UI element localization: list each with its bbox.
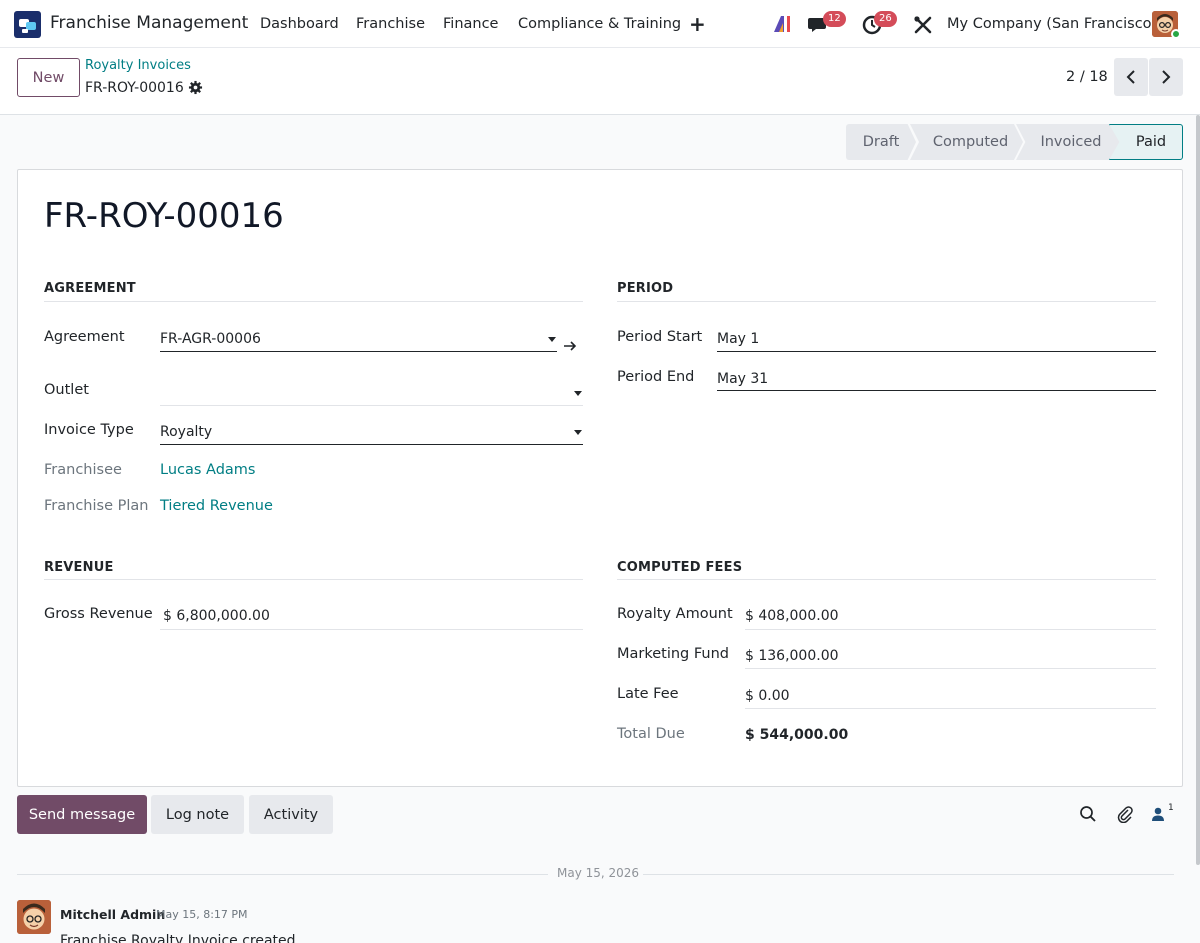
- stage-computed[interactable]: Computed: [910, 124, 1023, 160]
- total-due-label: Total Due: [617, 726, 685, 742]
- message-timestamp: May 15, 8:17 PM: [156, 908, 248, 921]
- marketing-fund-label: Marketing Fund: [617, 646, 730, 662]
- ai-assistant-icon[interactable]: [772, 13, 794, 35]
- stage-paid[interactable]: Paid: [1109, 124, 1183, 160]
- section-divider: [617, 579, 1156, 580]
- control-panel: New Royalty Invoices FR-ROY-00016 2 / 18: [0, 48, 1200, 115]
- followers-count: 1: [1168, 803, 1174, 813]
- agreement-label: Agreement: [44, 329, 125, 345]
- outlet-field-underline: [160, 405, 583, 406]
- form-sheet: [17, 169, 1183, 787]
- app-logo-icon[interactable]: [14, 11, 41, 38]
- royalty-amount-underline: [745, 629, 1156, 630]
- menu-compliance-training[interactable]: Compliance & Training: [518, 16, 681, 32]
- new-button[interactable]: New: [17, 58, 80, 97]
- marketing-fund-field[interactable]: $ 136,000.00: [745, 648, 839, 664]
- section-heading-revenue: REVENUE: [44, 560, 114, 575]
- app-name[interactable]: Franchise Management: [50, 13, 248, 33]
- top-navbar: Franchise Management Dashboard Franchise…: [0, 0, 1200, 48]
- section-divider: [617, 301, 1156, 302]
- late-fee-underline: [745, 708, 1156, 709]
- message-body: Franchise Royalty Invoice created: [60, 933, 296, 943]
- message-author[interactable]: Mitchell Admin: [60, 907, 165, 922]
- total-due-value: $ 544,000.00: [745, 727, 849, 743]
- period-start-field[interactable]: May 1: [717, 331, 759, 347]
- gross-revenue-underline: [160, 629, 583, 630]
- date-separator-line: [643, 874, 1174, 875]
- period-end-label: Period End: [617, 369, 695, 385]
- outlet-dropdown-icon[interactable]: [574, 391, 582, 396]
- date-separator-line: [17, 874, 548, 875]
- messages-badge: 12: [823, 11, 846, 27]
- stage-invoiced-label: Invoiced: [1040, 134, 1102, 150]
- add-menu-icon[interactable]: +: [689, 12, 706, 36]
- log-note-button[interactable]: Log note: [151, 795, 244, 834]
- message-author-avatar[interactable]: [17, 900, 51, 934]
- period-end-field[interactable]: May 31: [717, 371, 768, 387]
- outlet-label: Outlet: [44, 382, 89, 398]
- franchisee-label: Franchisee: [44, 462, 122, 478]
- royalty-amount-label: Royalty Amount: [617, 606, 733, 622]
- invoice-type-dropdown-icon[interactable]: [574, 430, 582, 435]
- debug-tools-icon[interactable]: [912, 14, 934, 36]
- agreement-dropdown-icon[interactable]: [548, 337, 556, 342]
- stage-draft[interactable]: Draft: [846, 124, 916, 160]
- open-agreement-arrow-icon[interactable]: [562, 338, 578, 354]
- stage-invoiced[interactable]: Invoiced: [1016, 124, 1120, 160]
- agreement-field-underline: [160, 351, 557, 352]
- activities-badge: 26: [874, 11, 897, 27]
- menu-dashboard[interactable]: Dashboard: [260, 16, 339, 32]
- followers-icon[interactable]: [1150, 805, 1168, 823]
- chevron-right-icon: [1162, 70, 1171, 84]
- send-message-button[interactable]: Send message: [17, 795, 147, 834]
- company-switcher[interactable]: My Company (San Francisco): [947, 16, 1157, 32]
- search-icon[interactable]: [1079, 805, 1097, 823]
- agreement-field[interactable]: FR-AGR-00006: [160, 331, 261, 347]
- franchisee-link[interactable]: Lucas Adams: [160, 462, 255, 478]
- section-heading-computed-fees: COMPUTED FEES: [617, 560, 743, 575]
- period-end-underline: [717, 390, 1156, 391]
- invoice-type-field-underline: [160, 444, 583, 445]
- invoice-type-label: Invoice Type: [44, 422, 134, 438]
- activity-button[interactable]: Activity: [249, 795, 333, 834]
- breadcrumb-parent[interactable]: Royalty Invoices: [85, 58, 191, 73]
- marketing-fund-underline: [745, 668, 1156, 669]
- late-fee-field[interactable]: $ 0.00: [745, 688, 790, 704]
- menu-franchise[interactable]: Franchise: [356, 16, 425, 32]
- pager-next-button[interactable]: [1149, 58, 1183, 96]
- paperclip-icon[interactable]: [1116, 805, 1134, 823]
- late-fee-label: Late Fee: [617, 686, 679, 702]
- page-scrollbar[interactable]: [1196, 115, 1200, 865]
- chevron-left-icon: [1126, 70, 1135, 84]
- stage-computed-label: Computed: [932, 134, 1009, 150]
- royalty-amount-field[interactable]: $ 408,000.00: [745, 608, 839, 624]
- period-start-label: Period Start: [617, 329, 703, 345]
- pager-previous-button[interactable]: [1114, 58, 1148, 96]
- breadcrumb-current: FR-ROY-00016: [85, 80, 184, 96]
- section-divider: [44, 301, 583, 302]
- online-status-dot: [1171, 29, 1181, 39]
- stage-paid-label: Paid: [1135, 134, 1167, 150]
- stage-draft-label: Draft: [862, 134, 900, 150]
- period-start-underline: [717, 351, 1156, 352]
- franchise-plan-label: Franchise Plan: [44, 498, 149, 514]
- gross-revenue-field[interactable]: $ 6,800,000.00: [163, 608, 270, 624]
- invoice-type-field[interactable]: Royalty: [160, 424, 212, 440]
- date-separator: May 15, 2026: [557, 866, 640, 880]
- gear-icon[interactable]: [188, 80, 203, 95]
- record-title: FR-ROY-00016: [44, 196, 284, 236]
- section-divider: [44, 579, 583, 580]
- section-heading-period: PERIOD: [617, 281, 674, 296]
- gross-revenue-label: Gross Revenue: [44, 606, 153, 622]
- pager-value[interactable]: 2 / 18: [1066, 69, 1108, 85]
- section-heading-agreement: AGREEMENT: [44, 281, 136, 296]
- menu-finance[interactable]: Finance: [443, 16, 498, 32]
- franchise-plan-link[interactable]: Tiered Revenue: [160, 498, 273, 514]
